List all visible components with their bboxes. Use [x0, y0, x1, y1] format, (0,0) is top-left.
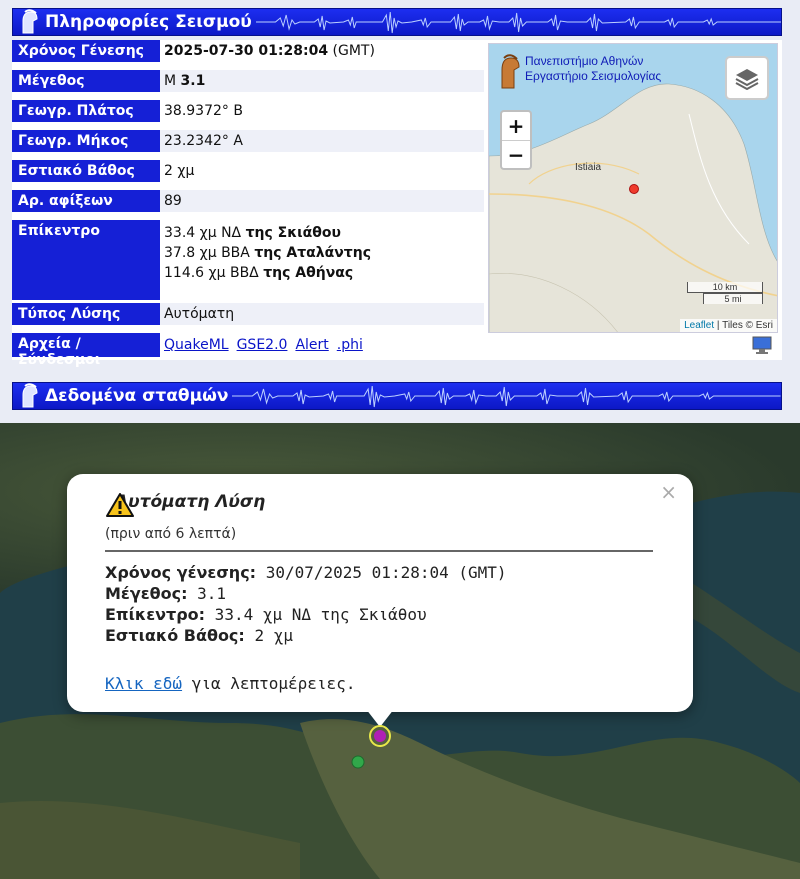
row-epicenter: Επίκεντρο 33.4 χμ ΝΔ της Σκιάθου 37.8 χμ…	[12, 220, 484, 302]
phi-link[interactable]: .phi	[337, 337, 363, 353]
layers-icon	[735, 69, 759, 90]
gse-link[interactable]: GSE2.0	[237, 337, 288, 353]
origin-time-value: 2025-07-30 01:28:04	[164, 43, 329, 59]
arrivals-label: Αρ. αφίξεων	[12, 190, 160, 214]
layers-button[interactable]	[725, 56, 769, 100]
earthquake-info-panel: Χρόνος Γένεσης 2025-07-30 01:28:04 (GMT)…	[12, 40, 782, 368]
epicenter-label: Επίκεντρο	[12, 220, 160, 302]
satellite-map[interactable]: × Αυτόματη Λύση (πριν από 6 λεπτά) Χρόνο…	[0, 423, 800, 879]
row-magnitude: Μέγεθος M 3.1	[12, 70, 484, 94]
popup-time-ago: (πριν από 6 λεπτά)	[105, 526, 237, 542]
logo-line-2: Εργαστήριο Σεισμολογίας	[525, 69, 662, 83]
latitude-value: 38.9372° Β	[160, 100, 484, 124]
scale-mi: 5 mi	[703, 293, 763, 304]
helmet-icon	[22, 9, 38, 34]
logo-line-1: Πανεπιστήμιο Αθηνών	[525, 54, 644, 68]
latitude-label: Γεωγρ. Πλάτος	[12, 100, 160, 124]
popup-magnitude: Μέγεθος: 3.1	[105, 584, 227, 603]
popup-header: Αυτόματη Λύση	[105, 492, 266, 517]
solution-type-value: Αυτόματη	[160, 303, 484, 327]
epicenter-marker[interactable]	[629, 184, 639, 194]
epicenter-line: 37.8 χμ ΒΒΑ της Αταλάντης	[164, 245, 371, 261]
map-scale: 10 km 5 mi	[687, 282, 763, 304]
files-label: Αρχεία / Σύνδεσμοι	[12, 333, 160, 368]
section-header-station-data: Δεδομένα σταθμών	[12, 382, 782, 410]
solution-popup: × Αυτόματη Λύση (πριν από 6 λεπτά) Χρόνο…	[67, 474, 693, 712]
popup-depth: Εστιακό Βάθος: 2 χμ	[105, 626, 293, 645]
arrivals-value: 89	[160, 190, 484, 214]
row-longitude: Γεωγρ. Μήκος 23.2342° Α	[12, 130, 484, 154]
helmet-logo-icon	[501, 54, 520, 89]
longitude-value: 23.2342° Α	[160, 130, 484, 154]
zoom-control: + −	[500, 110, 532, 170]
row-arrivals: Αρ. αφίξεων 89	[12, 190, 484, 214]
details-link[interactable]: Κλικ εδώ	[105, 674, 182, 693]
place-label: Istiaia	[575, 162, 602, 173]
leaflet-link[interactable]: Leaflet	[684, 320, 714, 331]
epicenter-mini-map[interactable]: Πανεπιστήμιο Αθηνών Εργαστήριο Σεισμολογ…	[488, 43, 778, 333]
popup-epicenter: Επίκεντρο: 33.4 χμ ΝΔ της Σκιάθου	[105, 605, 427, 624]
origin-time-label: Χρόνος Γένεσης	[12, 40, 160, 64]
quakeml-link[interactable]: QuakeML	[164, 337, 229, 353]
row-depth: Εστιακό Βάθος 2 χμ	[12, 160, 484, 184]
popup-facts: Χρόνος γένεσης: 30/07/2025 01:28:04 (GMT…	[105, 562, 507, 646]
zoom-in-button[interactable]: +	[502, 112, 530, 140]
row-origin-time: Χρόνος Γένεσης 2025-07-30 01:28:04 (GMT)	[12, 40, 484, 64]
seismogram-wave	[255, 11, 781, 34]
university-logo: Πανεπιστήμιο Αθηνών Εργαστήριο Σεισμολογ…	[499, 54, 661, 90]
popup-title: Αυτόματη Λύση	[115, 492, 266, 512]
section-title: Δεδομένα σταθμών	[45, 386, 229, 406]
popup-origin-time: Χρόνος γένεσης: 30/07/2025 01:28:04 (GMT…	[105, 563, 507, 582]
seismogram-wave	[232, 385, 781, 408]
magnitude-value: 3.1	[180, 73, 206, 89]
magnitude-label: Μέγεθος	[12, 70, 160, 94]
solution-type-label: Τύπος Λύσης	[12, 303, 160, 327]
longitude-label: Γεωγρ. Μήκος	[12, 130, 160, 154]
magnitude-prefix: M	[164, 73, 177, 89]
popup-divider	[105, 550, 653, 552]
scale-km: 10 km	[687, 282, 763, 293]
row-latitude: Γεωγρ. Πλάτος 38.9372° Β	[12, 100, 484, 124]
section-header-earthquake-info: Πληροφορίες Σεισμού	[12, 8, 782, 36]
monitor-icon[interactable]	[752, 336, 772, 354]
depth-label: Εστιακό Βάθος	[12, 160, 160, 184]
popup-details: Κλικ εδώ για λεπτομέρειες.	[105, 674, 356, 693]
epicenter-line: 114.6 χμ ΒΒΔ της Αθήνας	[164, 265, 354, 281]
row-files: Αρχεία / Σύνδεσμοι QuakeML GSE2.0 Alert …	[12, 333, 782, 368]
section-title: Πληροφορίες Σεισμού	[45, 12, 252, 32]
helmet-icon	[22, 383, 38, 408]
depth-value: 2 χμ	[160, 160, 484, 184]
zoom-out-button[interactable]: −	[502, 140, 530, 168]
warning-icon	[106, 493, 134, 517]
popup-close-button[interactable]: ×	[660, 480, 677, 504]
map-attribution: Leaflet | Tiles © Esri	[680, 319, 777, 332]
origin-time-tz: (GMT)	[332, 43, 375, 59]
alert-link[interactable]: Alert	[295, 337, 328, 353]
row-solution-type: Τύπος Λύσης Αυτόματη	[12, 303, 484, 327]
epicenter-line: 33.4 χμ ΝΔ της Σκιάθου	[164, 225, 341, 241]
popup-pointer	[366, 709, 394, 727]
